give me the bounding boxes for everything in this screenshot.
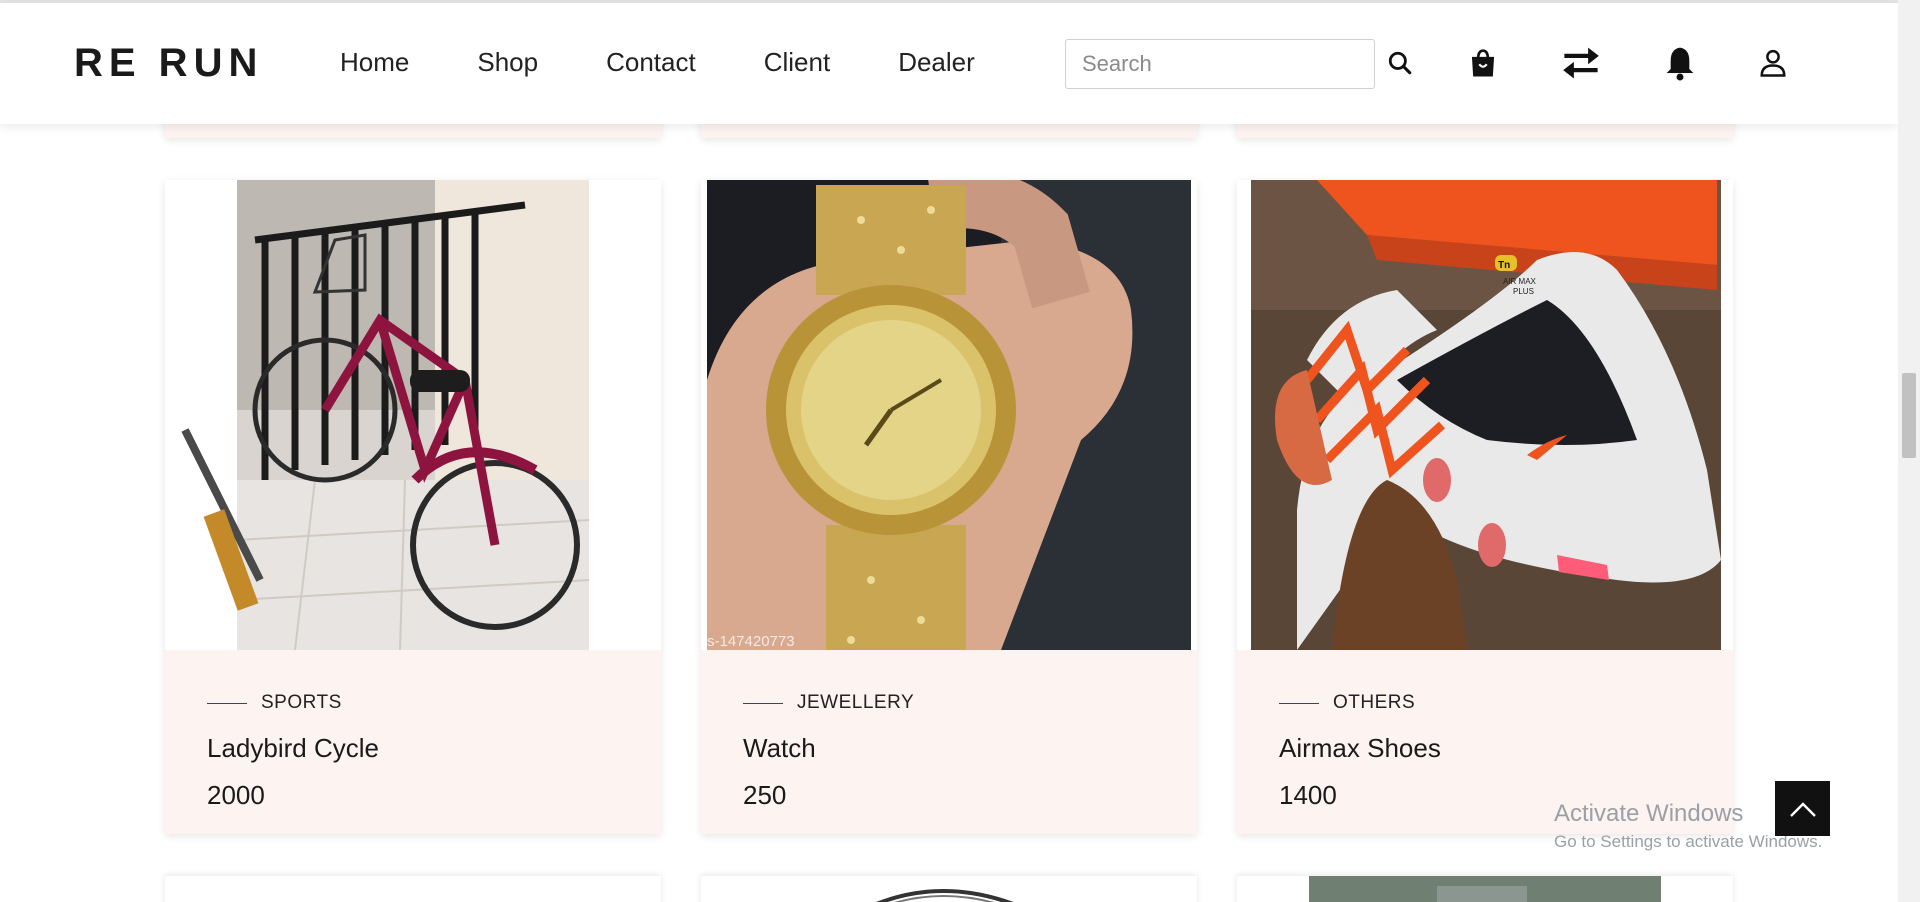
product-card-next-3[interactable] — [1237, 876, 1733, 902]
shoe-logo-text: Tn — [1498, 260, 1510, 271]
product-card[interactable]: s-147420773 JEWELLERY Watch 250 — [701, 180, 1197, 834]
page: SPORTS Ladybird Cycle 2000 s-147420773 J… — [0, 0, 1898, 902]
product-category: OTHERS — [1279, 692, 1415, 714]
product-image-shoes[interactable]: Tn AIR MAX PLUS — [1237, 180, 1733, 650]
product-card-next-1[interactable] — [165, 876, 661, 902]
shopping-bag-icon[interactable] — [1463, 43, 1503, 83]
chevron-up-icon — [1789, 801, 1816, 817]
product-image-cycle[interactable] — [165, 180, 661, 650]
site-logo[interactable]: RE RUN — [74, 41, 263, 86]
back-to-top-button[interactable] — [1775, 781, 1830, 836]
product-name[interactable]: Airmax Shoes — [1279, 733, 1441, 764]
bell-icon[interactable] — [1660, 43, 1700, 83]
product-price: 2000 — [207, 780, 265, 810]
nav-shop[interactable]: Shop — [477, 47, 538, 78]
watermark-code: s-147420773 — [707, 633, 795, 650]
nav-client[interactable]: Client — [764, 47, 830, 78]
product-category: JEWELLERY — [743, 692, 914, 714]
shoe-label-airmax: AIR MAX — [1503, 277, 1537, 286]
shoe-label-plus: PLUS — [1513, 287, 1534, 296]
exchange-arrows-icon[interactable] — [1561, 43, 1601, 83]
product-card[interactable]: Tn AIR MAX PLUS OTHERS Airmax Shoes 1400 — [1237, 180, 1733, 834]
main-nav: Home Shop Contact Client Dealer — [340, 47, 1043, 78]
product-image-watch[interactable]: s-147420773 — [701, 180, 1197, 650]
nav-home[interactable]: Home — [340, 47, 409, 78]
product-card-next-2[interactable] — [701, 876, 1197, 902]
nav-dealer[interactable]: Dealer — [898, 47, 975, 78]
site-header: RE RUN Home Shop Contact Client Dealer — [0, 3, 1898, 124]
search-input[interactable] — [1065, 39, 1375, 89]
search-icon[interactable] — [1380, 43, 1420, 83]
product-name[interactable]: Ladybird Cycle — [207, 733, 379, 764]
scrollbar-thumb[interactable] — [1902, 373, 1916, 458]
product-card[interactable]: SPORTS Ladybird Cycle 2000 — [165, 180, 661, 834]
product-category: SPORTS — [207, 692, 342, 714]
nav-contact[interactable]: Contact — [606, 47, 696, 78]
user-icon[interactable] — [1753, 43, 1793, 83]
product-price: 250 — [743, 780, 787, 810]
product-price: 1400 — [1279, 780, 1337, 810]
product-name[interactable]: Watch — [743, 733, 816, 764]
